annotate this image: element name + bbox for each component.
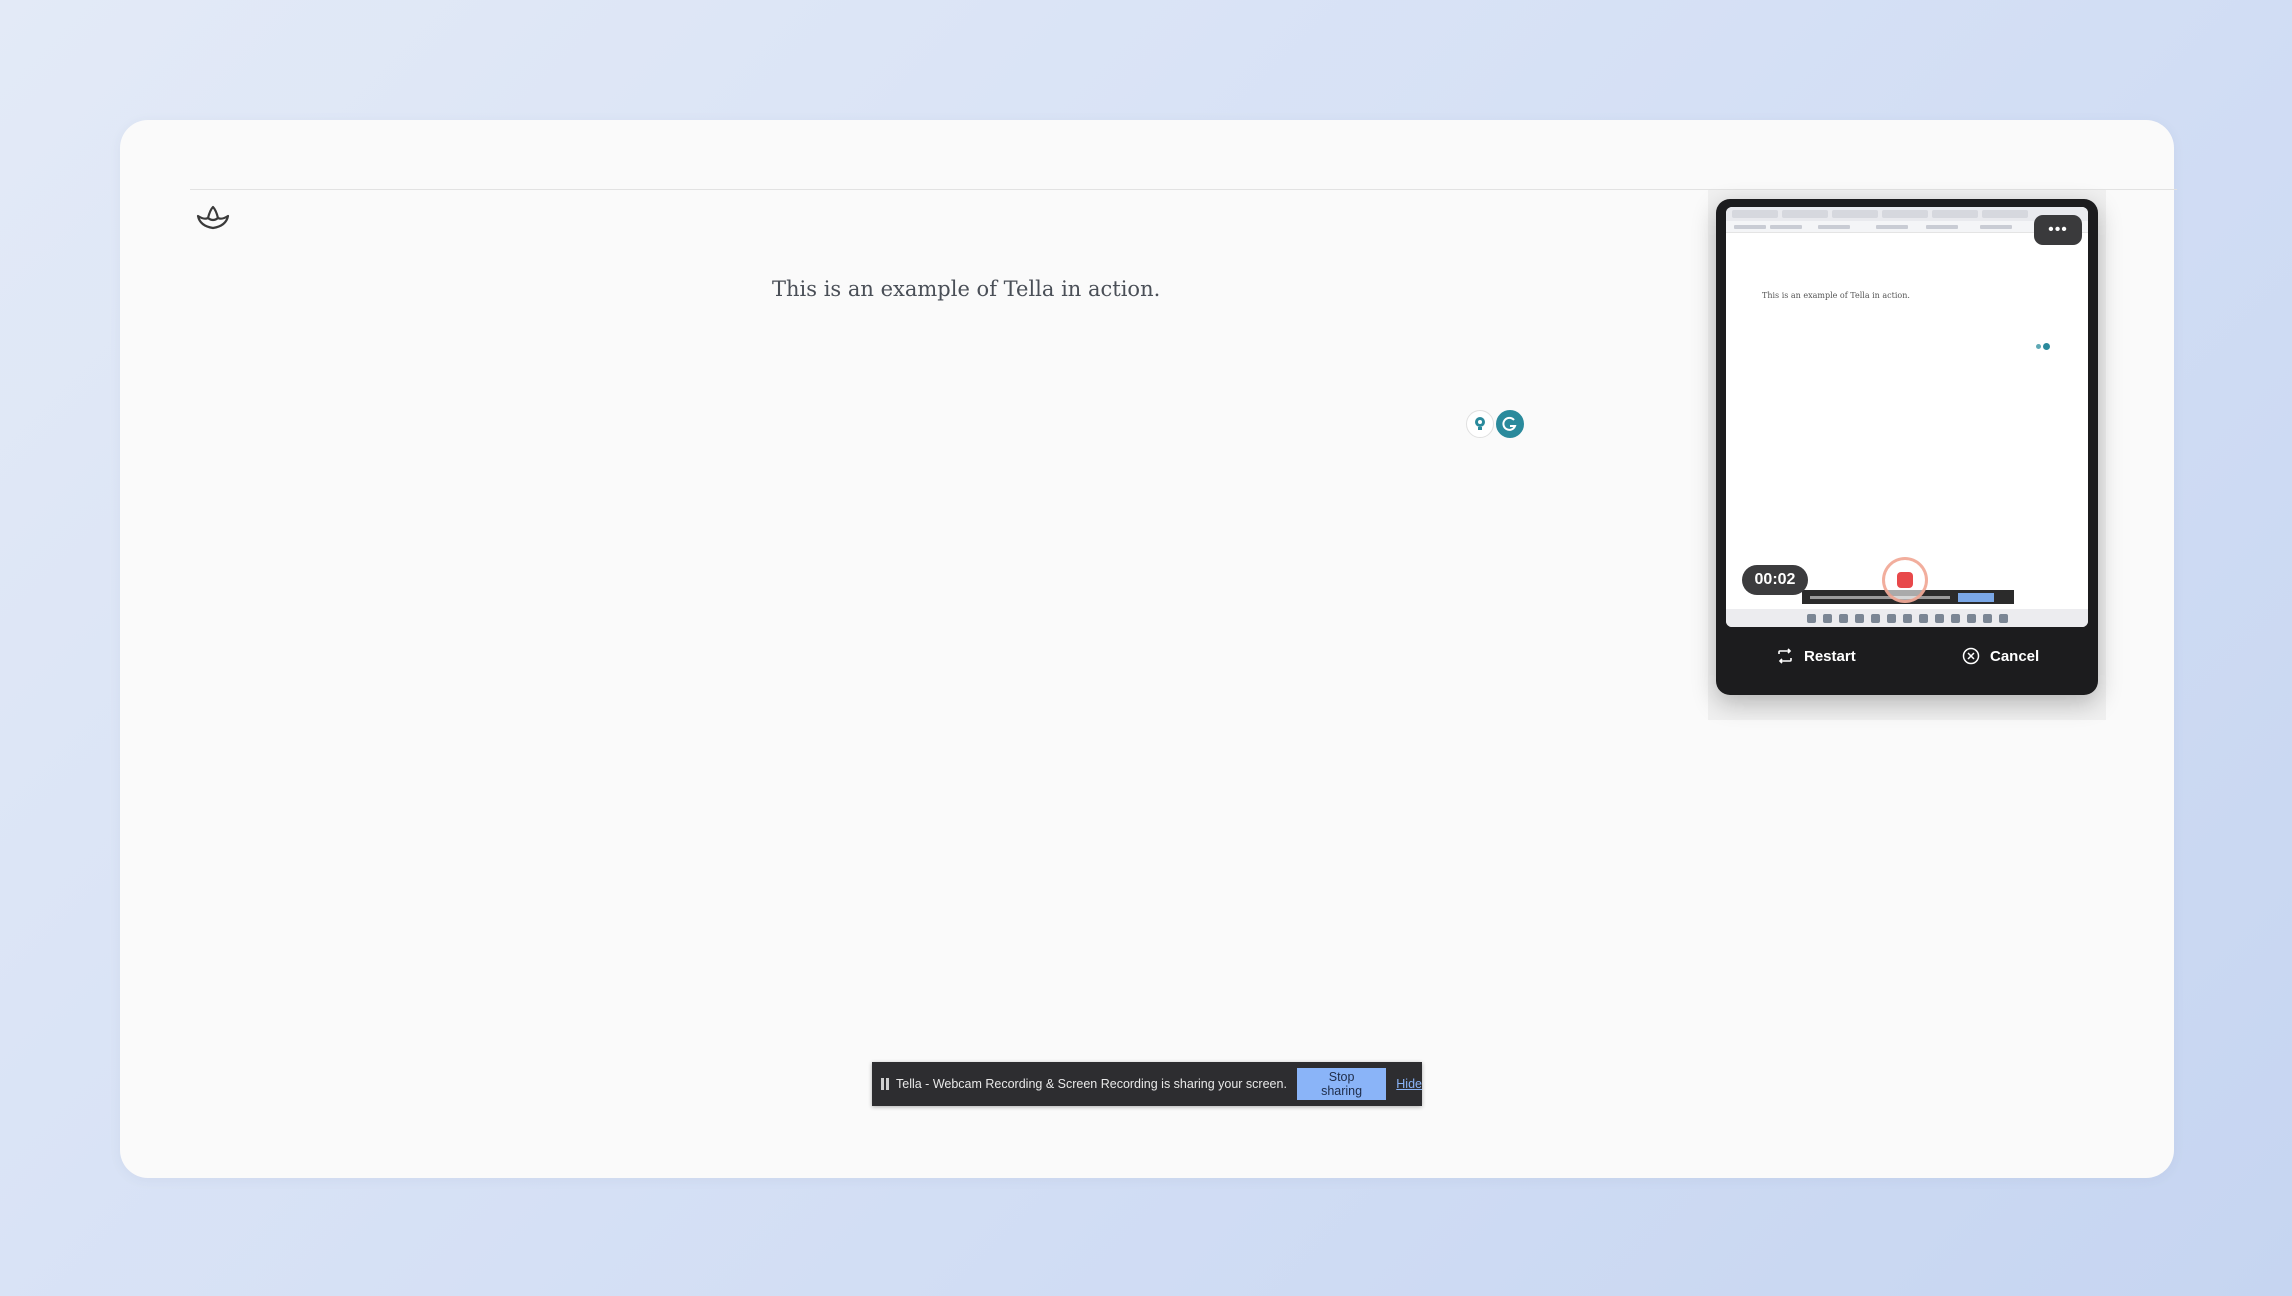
extension-icons [1466, 410, 1524, 438]
recording-timer: 00:02 [1742, 565, 1808, 595]
preview-bookmark [1734, 225, 1766, 229]
close-circle-icon [1962, 647, 1980, 665]
preview-taskbar [1726, 609, 2088, 627]
screen-share-bar: Tella - Webcam Recording & Screen Record… [872, 1062, 1422, 1106]
preview-tab-bar [1726, 207, 2088, 221]
preview-tab [1832, 210, 1878, 218]
cancel-button[interactable]: Cancel [1962, 647, 2039, 665]
pause-icon [881, 1078, 889, 1090]
grammarly-icon[interactable] [1496, 410, 1524, 438]
recorder-panel: This is an example of Tella in action. •… [1716, 199, 2098, 695]
preview-bookmark [1926, 225, 1958, 229]
preview-tab [1782, 210, 1828, 218]
hide-link[interactable]: Hide [1396, 1077, 1422, 1091]
more-options-button[interactable]: ••• [2034, 215, 2082, 245]
restart-label: Restart [1804, 647, 1856, 665]
preview-tab [1932, 210, 1978, 218]
preview-tab [1982, 210, 2028, 218]
preview-extension-icons [2036, 343, 2050, 350]
preview-bookmark [1818, 225, 1850, 229]
stop-sharing-button[interactable]: Stop sharing [1296, 1068, 1387, 1100]
lightbulb-icon[interactable] [1466, 410, 1494, 438]
share-message: Tella - Webcam Recording & Screen Record… [896, 1077, 1287, 1091]
preview-tab [1732, 210, 1778, 218]
restart-button[interactable]: Restart [1776, 647, 1856, 665]
lotus-logo-icon[interactable] [194, 202, 232, 234]
document-text[interactable]: This is an example of Tella in action. [772, 277, 1160, 301]
stop-icon [1897, 572, 1913, 588]
cancel-label: Cancel [1990, 647, 2040, 665]
stop-recording-button[interactable] [1882, 557, 1928, 603]
preview-bookmark [1876, 225, 1908, 229]
preview-tab [1882, 210, 1928, 218]
preview-document-text: This is an example of Tella in action. [1762, 291, 1910, 300]
restart-icon [1778, 648, 1792, 664]
preview-bookmark [1980, 225, 2012, 229]
preview-bookmark [1770, 225, 1802, 229]
